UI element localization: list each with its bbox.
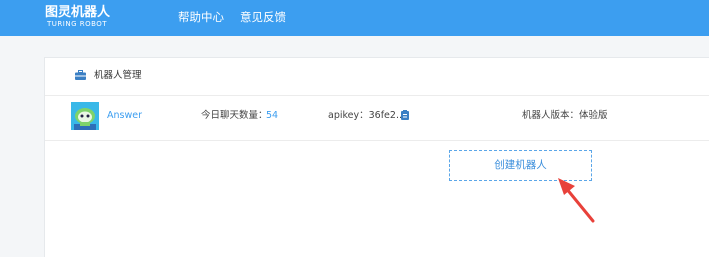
robot-list-item: Answer 今日聊天数量： 54 apikey：36fe2... 机器人版本：… bbox=[45, 96, 709, 141]
create-robot-button[interactable]: 创建机器人 bbox=[449, 150, 592, 181]
apikey-text: apikey：36fe2... bbox=[328, 110, 406, 121]
today-chat-label: 今日聊天数量： bbox=[201, 110, 268, 121]
logo-text-cn: 图灵机器人 bbox=[45, 5, 111, 20]
logo-text-en: TURING ROBOT bbox=[47, 20, 108, 28]
top-navigation-bar: 图灵机器人 TURING ROBOT 帮助中心 意见反馈 bbox=[0, 0, 709, 36]
copy-icon[interactable] bbox=[401, 110, 409, 120]
panel-header: 机器人管理 bbox=[45, 58, 709, 96]
nav-feedback[interactable]: 意见反馈 bbox=[240, 10, 286, 25]
robot-management-panel: 机器人管理 Answer 今日聊天数量： 54 apikey：36fe2... … bbox=[44, 57, 709, 257]
panel-title: 机器人管理 bbox=[94, 70, 142, 81]
robot-name-link[interactable]: Answer bbox=[107, 110, 142, 122]
nav-help-center[interactable]: 帮助中心 bbox=[178, 10, 224, 25]
robot-avatar[interactable] bbox=[71, 102, 99, 130]
robot-version-text: 机器人版本：体验版 bbox=[522, 110, 608, 121]
today-chat-count: 54 bbox=[266, 110, 279, 121]
logo[interactable]: 图灵机器人 TURING ROBOT bbox=[45, 5, 115, 31]
briefcase-icon bbox=[75, 70, 86, 80]
